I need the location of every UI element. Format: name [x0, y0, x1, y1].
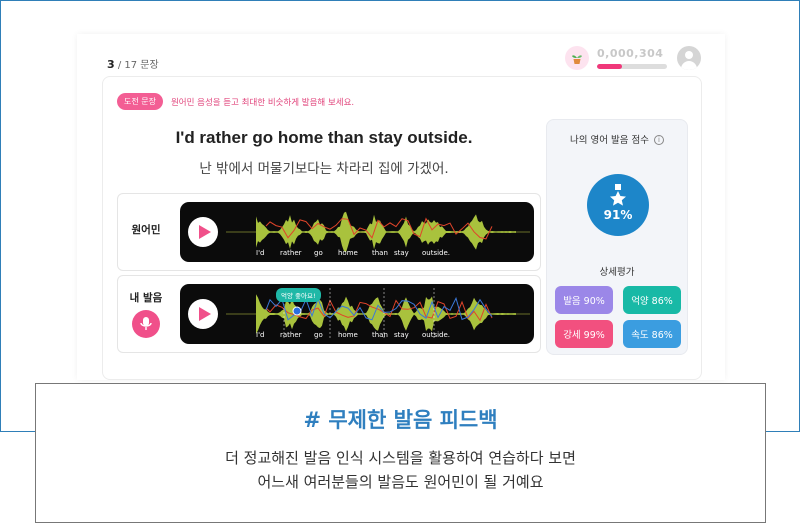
- metric-speed: 속도 86%: [623, 320, 681, 348]
- my-word-labels: I'd rather go home than stay outside.: [226, 331, 530, 343]
- my-player: I'd rather go home than stay outside. 억양 좋아요!: [180, 284, 534, 344]
- korean-translation: 난 밖에서 머물기보다는 차라리 집에 가겠어.: [199, 161, 449, 177]
- metric-stress: 강세 99%: [555, 320, 613, 348]
- native-player: I'd rather go home than stay outside.: [180, 202, 534, 262]
- challenge-instruction: 원어민 음성을 듣고 최대한 비슷하게 발음해 보세요.: [170, 97, 355, 108]
- my-play-button[interactable]: [188, 299, 218, 329]
- points-area: 0,000,304: [597, 47, 669, 69]
- score-value: 91%: [603, 208, 633, 222]
- native-word-1: rather: [280, 249, 302, 257]
- my-word-0: I'd: [256, 331, 265, 339]
- caption-line-2: 어느새 여러분들의 발음도 원어민이 될 거예요: [257, 473, 544, 491]
- challenge-row: 도전 문장 원어민 음성을 듣고 최대한 비슷하게 발음해 보세요.: [117, 93, 354, 110]
- xp-progress-fill: [597, 64, 623, 69]
- potted-plant-icon[interactable]: [565, 46, 589, 70]
- intonation-tooltip: 억양 좋아요!: [276, 288, 321, 302]
- user-status: 0,000,304: [565, 44, 701, 72]
- metric-intonation: 억양 86%: [623, 286, 681, 314]
- my-word-1: rather: [280, 331, 302, 339]
- english-sentence: I'd rather go home than stay outside.: [175, 128, 473, 147]
- native-word-2: go: [314, 249, 323, 257]
- caption-line-1: 더 정교해진 발음 인식 시스템을 활용하여 연습하다 보면: [225, 449, 576, 467]
- native-word-4: than: [372, 249, 388, 257]
- my-pronunciation-label: 내 발음: [129, 292, 163, 304]
- my-word-4: than: [372, 331, 388, 339]
- native-audio-row: 원어민 I'd rather go home than stay outside.: [117, 193, 541, 271]
- practice-card: 도전 문장 원어민 음성을 듣고 최대한 비슷하게 발음해 보세요. I'd r…: [102, 76, 702, 380]
- native-word-3: home: [338, 249, 358, 257]
- score-badge: 91%: [587, 174, 649, 236]
- score-panel: 나의 영어 발음 점수 i 91% 상세평가 발음 90% 억양 86% 강세 …: [546, 119, 688, 355]
- native-label: 원어민: [131, 224, 161, 236]
- detail-title: 상세평가: [599, 267, 635, 278]
- microphone-icon[interactable]: [132, 310, 160, 338]
- info-icon[interactable]: i: [654, 135, 664, 145]
- xp-progress-bar: [597, 64, 667, 69]
- my-audio-row: 내 발음 I'd rather go home than stay outside. 억양 …: [117, 275, 541, 353]
- feature-caption: # 무제한 발음 피드백 더 정교해진 발음 인식 시스템을 활용하여 연습하다…: [35, 383, 766, 523]
- native-play-button[interactable]: [188, 217, 218, 247]
- caption-title: # 무제한 발음 피드백: [303, 408, 498, 432]
- native-word-6: outside.: [422, 249, 451, 257]
- progress-total: / 17 문장: [117, 60, 159, 71]
- practice-screen: 3 / 17 문장 0,000,304 도전 문장 원어민 음성을 듣고 최대한…: [77, 34, 725, 380]
- user-avatar-icon[interactable]: [677, 46, 701, 70]
- progress-current: 3: [107, 58, 115, 71]
- medal-icon: [610, 184, 626, 206]
- my-word-6: outside.: [422, 331, 451, 339]
- score-title: 나의 영어 발음 점수 i: [547, 132, 687, 146]
- challenge-badge: 도전 문장: [117, 93, 163, 110]
- my-word-5: stay: [394, 331, 409, 339]
- my-word-2: go: [314, 331, 323, 339]
- metric-pronunciation: 발음 90%: [555, 286, 613, 314]
- score-title-text: 나의 영어 발음 점수: [569, 135, 649, 146]
- native-word-labels: I'd rather go home than stay outside.: [226, 249, 530, 261]
- sentence-progress: 3 / 17 문장: [107, 56, 159, 71]
- native-word-5: stay: [394, 249, 409, 257]
- my-word-3: home: [338, 331, 358, 339]
- native-word-0: I'd: [256, 249, 265, 257]
- points-value: 0,000,304: [597, 47, 664, 60]
